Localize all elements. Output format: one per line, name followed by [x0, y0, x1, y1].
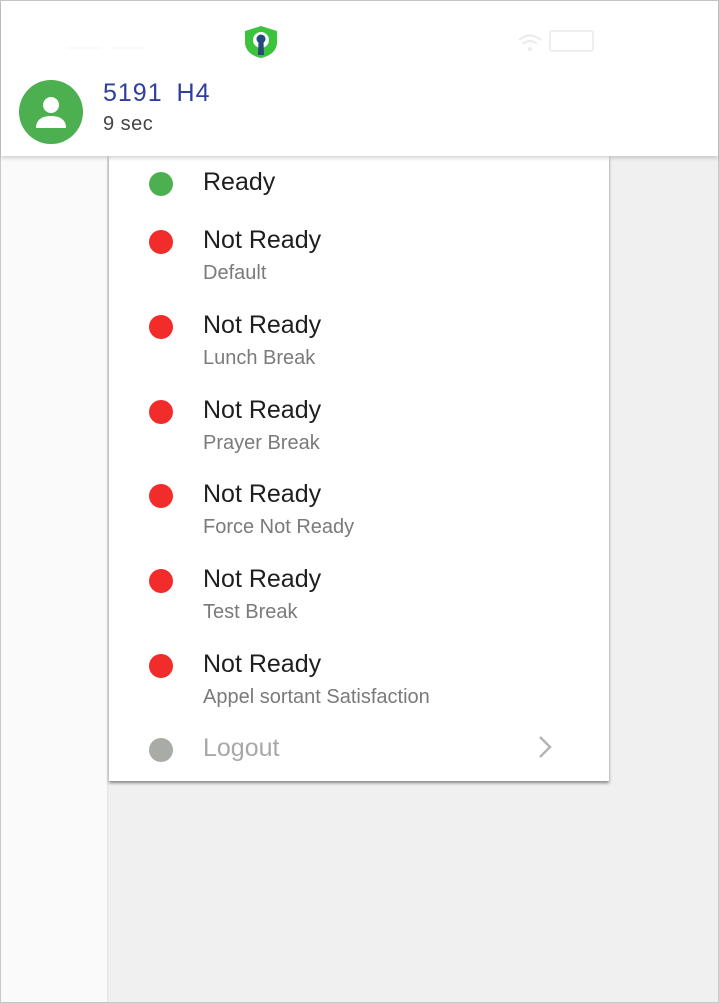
- logout-menu-item[interactable]: Logout: [109, 734, 609, 778]
- signal-icon: [67, 35, 145, 49]
- menu-item-reason: Force Not Ready: [203, 516, 355, 538]
- status-dot-icon: [149, 569, 173, 593]
- state-timer: 9 sec: [103, 113, 154, 135]
- status-dot-icon: [149, 315, 173, 339]
- menu-item-reason: Prayer Break: [203, 432, 320, 454]
- menu-item-label: Not Ready: [203, 480, 322, 508]
- menu-item-not-ready-appel[interactable]: Not Ready Appel sortant Satisfaction: [109, 650, 609, 730]
- status-bar: [1, 1, 718, 71]
- menu-item-label: Not Ready: [203, 565, 322, 593]
- status-dot-icon: [149, 738, 173, 762]
- menu-item-label: Not Ready: [203, 311, 322, 339]
- status-dot-icon: [149, 654, 173, 678]
- agent-state-menu: Ready Not Ready Default Not Ready Lunch …: [109, 156, 609, 781]
- agent-header: 5191 H4 9 sec: [1, 1, 718, 156]
- menu-item-not-ready-default[interactable]: Not Ready Default: [109, 226, 609, 306]
- menu-item-not-ready-prayer[interactable]: Not Ready Prayer Break: [109, 396, 609, 476]
- menu-item-label: Not Ready: [203, 650, 322, 678]
- menu-item-ready[interactable]: Ready: [109, 168, 609, 218]
- battery-icon: [549, 30, 594, 52]
- menu-item-label: Not Ready: [203, 396, 322, 424]
- status-dot-icon: [149, 484, 173, 508]
- menu-item-reason: Lunch Break: [203, 347, 316, 369]
- menu-item-reason: Appel sortant Satisfaction: [203, 686, 430, 708]
- side-panel: [1, 156, 107, 1002]
- menu-item-label: Not Ready: [203, 226, 322, 254]
- vpn-shield-icon: [245, 26, 277, 58]
- menu-item-label: Ready: [203, 168, 276, 196]
- status-dot-icon: [149, 230, 173, 254]
- wifi-icon: [518, 34, 542, 51]
- menu-item-reason: Test Break: [203, 601, 298, 623]
- menu-item-not-ready-force[interactable]: Not Ready Force Not Ready: [109, 480, 609, 560]
- menu-item-reason: Default: [203, 262, 267, 284]
- agent-name: 5191 H4: [103, 79, 211, 107]
- menu-item-not-ready-lunch[interactable]: Not Ready Lunch Break: [109, 311, 609, 391]
- avatar[interactable]: [19, 80, 83, 144]
- chevron-right-icon: [539, 736, 552, 758]
- status-dot-icon: [149, 400, 173, 424]
- person-icon: [36, 97, 66, 128]
- menu-item-not-ready-test[interactable]: Not Ready Test Break: [109, 565, 609, 645]
- logout-label: Logout: [203, 734, 280, 762]
- status-dot-icon: [149, 172, 173, 196]
